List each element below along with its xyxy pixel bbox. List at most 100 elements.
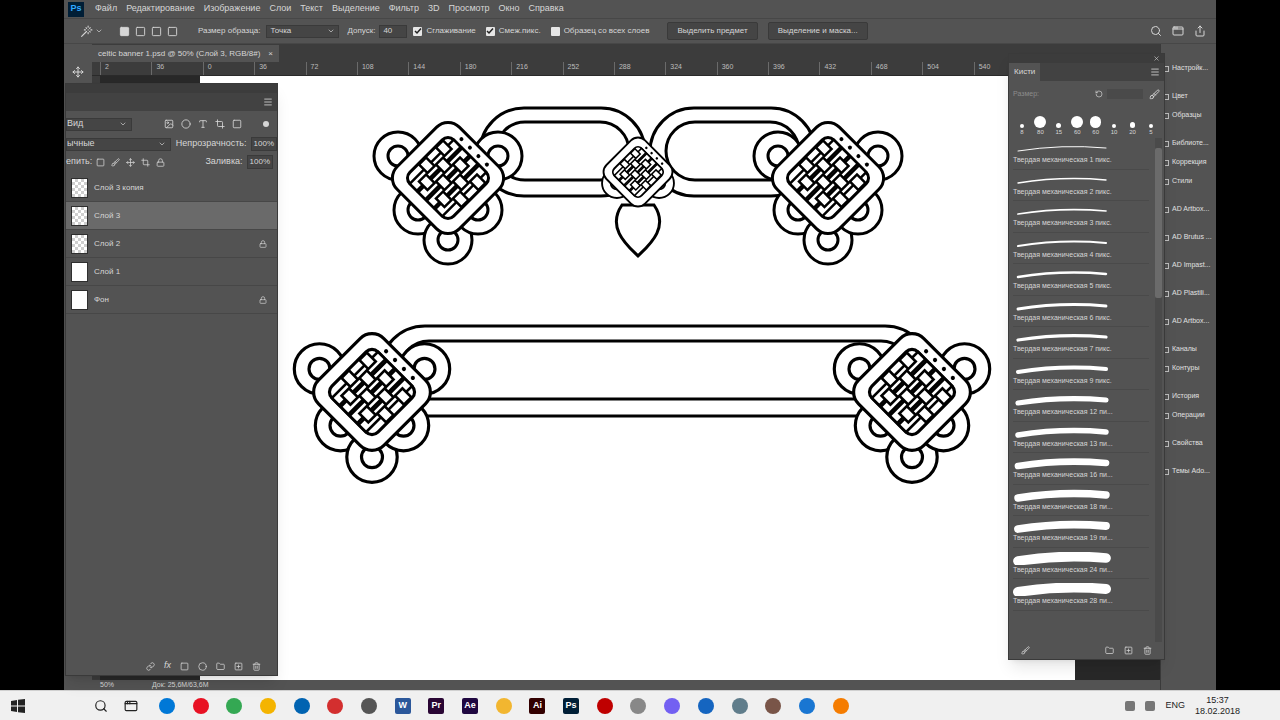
dock-item[interactable]: AD Brutus ... xyxy=(1161,228,1216,247)
document-tab[interactable]: celtic banner 1.psd @ 50% (Слой 3, RGB/8… xyxy=(92,45,279,62)
search-icon[interactable] xyxy=(94,699,108,713)
blend-mode-select[interactable]: ычные xyxy=(66,138,171,151)
add-selection-icon[interactable] xyxy=(135,26,146,37)
start-button[interactable] xyxy=(2,691,34,720)
folder-icon[interactable] xyxy=(1105,646,1114,655)
dock-item[interactable]: Коррекция xyxy=(1161,153,1216,172)
brush-preset[interactable]: 10 xyxy=(1106,124,1122,136)
brush-item[interactable]: Твердая механическая 7 пикс. xyxy=(1013,327,1149,359)
brush-item[interactable]: Твердая механическая 5 пикс. xyxy=(1013,264,1149,296)
menu-item[interactable]: Справка xyxy=(528,2,563,16)
taskbar-app[interactable]: Ps xyxy=(554,691,588,720)
filter-toggle[interactable] xyxy=(263,121,269,127)
brush-item[interactable]: Твердая механическая 3 пикс. xyxy=(1013,201,1149,233)
lock-artboard-icon[interactable] xyxy=(141,158,150,167)
option-checkbox[interactable]: Образец со всех слоев xyxy=(551,25,650,37)
taskbar-app[interactable] xyxy=(318,691,352,720)
workspace-icon[interactable] xyxy=(1172,25,1184,37)
taskbar-app[interactable] xyxy=(184,691,218,720)
brush-item[interactable]: Твердая механическая 28 пи... xyxy=(1013,579,1149,611)
lock-transparency-icon[interactable] xyxy=(96,158,105,167)
search-icon[interactable] xyxy=(1150,25,1162,37)
layer-row[interactable]: Слой 3 xyxy=(66,202,277,230)
lock-pixels-icon[interactable] xyxy=(111,158,120,167)
brush-preset[interactable]: 60 xyxy=(1088,116,1104,136)
dock-item[interactable]: Темы Ado... xyxy=(1161,462,1216,481)
menu-item[interactable]: Текст xyxy=(300,2,323,16)
option-checkbox[interactable]: Смеж.пикс. xyxy=(486,25,541,37)
shape-filter-icon[interactable] xyxy=(215,119,225,129)
fx-button[interactable]: fx xyxy=(164,659,171,673)
panel-menu-icon[interactable] xyxy=(1150,67,1160,77)
close-icon[interactable] xyxy=(1153,55,1160,62)
close-tab-button[interactable]: × xyxy=(268,48,273,60)
taskbar-app[interactable] xyxy=(824,691,858,720)
taskbar-app[interactable]: Ae xyxy=(453,691,487,720)
menu-item[interactable]: Фильтр xyxy=(389,2,419,16)
canvas[interactable] xyxy=(200,76,1075,680)
dock-item[interactable]: Стили xyxy=(1161,172,1216,191)
trash-icon[interactable] xyxy=(252,662,261,671)
pixel-filter-icon[interactable] xyxy=(164,119,174,129)
brush-settings-icon[interactable] xyxy=(1149,89,1160,100)
menu-item[interactable]: Файл xyxy=(95,2,117,16)
taskbar-app[interactable] xyxy=(217,691,251,720)
brush-preset[interactable]: 20 xyxy=(1125,122,1141,136)
lock-position-icon[interactable] xyxy=(126,158,135,167)
option-button[interactable]: Выделить предмет xyxy=(667,22,757,40)
brush-item[interactable]: Твердая механическая 2 пикс. xyxy=(1013,170,1149,202)
dock-item[interactable]: Образцы xyxy=(1161,106,1216,125)
dock-item[interactable]: Операции xyxy=(1161,406,1216,425)
taskbar-app[interactable] xyxy=(622,691,656,720)
scrollbar[interactable] xyxy=(1155,138,1162,642)
opacity-field[interactable]: 100% xyxy=(251,137,277,151)
subtract-selection-icon[interactable] xyxy=(151,26,162,37)
dock-item[interactable]: Настройк... xyxy=(1161,59,1216,78)
filter-select[interactable]: Вид xyxy=(66,118,132,131)
option-checkbox[interactable]: Сглаживание xyxy=(413,25,475,37)
intersect-selection-icon[interactable] xyxy=(167,26,178,37)
brushes-tab[interactable]: Кисти xyxy=(1009,63,1040,81)
brush-item[interactable]: Твердая механическая 6 пикс. xyxy=(1013,296,1149,328)
smart-filter-icon[interactable] xyxy=(232,119,242,129)
dock-item[interactable]: Контуры xyxy=(1161,359,1216,378)
new-layer-icon[interactable] xyxy=(234,662,243,671)
brush-preset[interactable]: 5 xyxy=(1143,124,1159,136)
brush-item[interactable]: Твердая механическая 4 пикс. xyxy=(1013,233,1149,265)
dock-item[interactable]: AD Impast... xyxy=(1161,256,1216,275)
magic-wand-icon[interactable] xyxy=(80,25,93,38)
fill-field[interactable]: 100% xyxy=(247,155,273,169)
menu-item[interactable]: Выделение xyxy=(332,2,380,16)
task-view-icon[interactable] xyxy=(124,699,138,713)
taskbar-app[interactable] xyxy=(588,691,622,720)
taskbar-app[interactable] xyxy=(756,691,790,720)
clock[interactable]: 15:3718.02.2018 xyxy=(1195,695,1240,717)
new-selection-icon[interactable] xyxy=(119,26,130,37)
brush-item[interactable]: Твердая механическая 13 пи... xyxy=(1013,422,1149,454)
taskbar-app[interactable] xyxy=(790,691,824,720)
brush-icon[interactable] xyxy=(1021,646,1030,655)
dock-item[interactable]: Библиоте... xyxy=(1161,134,1216,153)
brush-preset[interactable]: 80 xyxy=(1032,116,1048,136)
menu-item[interactable]: Просмотр xyxy=(448,2,489,16)
brush-item[interactable]: Твердая механическая 24 пи... xyxy=(1013,548,1149,580)
brush-preset[interactable]: 60 xyxy=(1069,116,1085,136)
new-brush-icon[interactable] xyxy=(1124,646,1133,655)
dock-item[interactable]: AD Plastili... xyxy=(1161,284,1216,303)
link-icon[interactable] xyxy=(146,662,155,671)
share-icon[interactable] xyxy=(1194,25,1206,37)
dock-item[interactable]: Цвет xyxy=(1161,87,1216,106)
brush-preset[interactable]: 15 xyxy=(1051,123,1067,136)
mask-icon[interactable] xyxy=(180,662,189,671)
reset-icon[interactable] xyxy=(1095,90,1103,98)
brush-preset[interactable]: 8 xyxy=(1014,124,1030,136)
trash-icon[interactable] xyxy=(1143,646,1152,655)
dock-item[interactable]: Каналы xyxy=(1161,340,1216,359)
checkbox[interactable] xyxy=(413,27,422,36)
chevron-down-icon[interactable] xyxy=(95,27,103,35)
taskbar-app[interactable] xyxy=(655,691,689,720)
brush-item[interactable]: Твердая механическая 9 пикс. xyxy=(1013,359,1149,391)
layer-row[interactable]: Слой 1 xyxy=(66,258,277,286)
dock-item[interactable]: AD Artbox... xyxy=(1161,312,1216,331)
adjustment-filter-icon[interactable] xyxy=(181,119,191,129)
